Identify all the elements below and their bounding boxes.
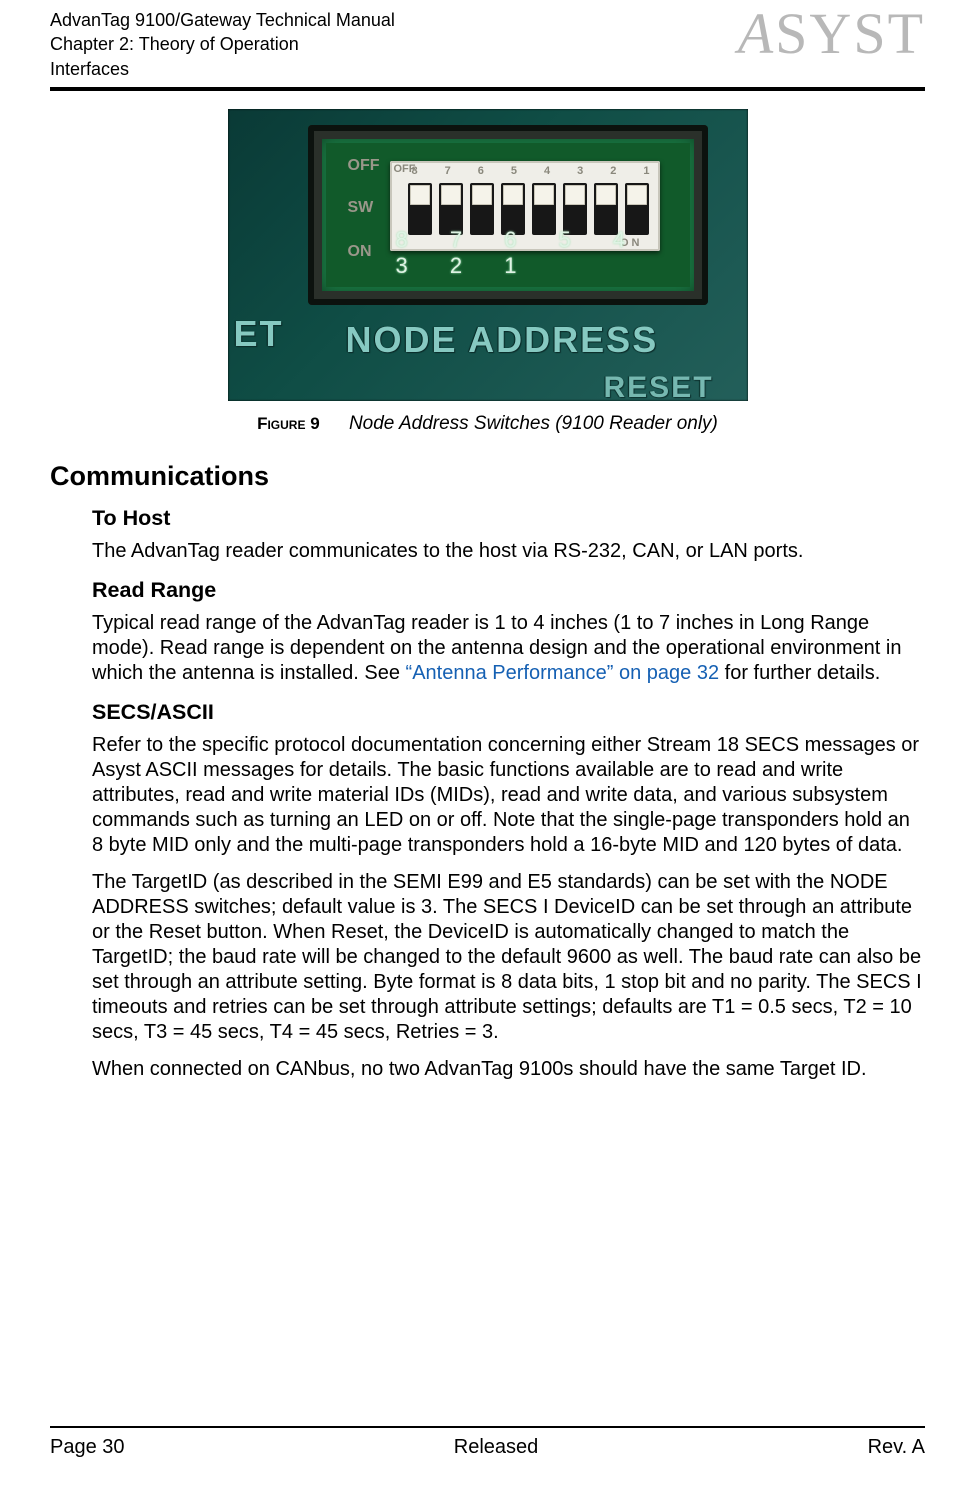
dip-num: 5 <box>511 165 517 177</box>
section-path: Interfaces <box>50 57 395 81</box>
label-off: OFF <box>348 157 380 175</box>
paragraph: When connected on CANbus, no two AdvanTa… <box>92 1057 925 1082</box>
dip-num: 8 <box>412 165 418 177</box>
figure-caption-text: Node Address Switches (9100 Reader only) <box>349 413 718 434</box>
subsection-read-range: Read Range <box>92 578 925 603</box>
figure-image: ET NODE ADDRESS RESET OFF SW ON OFF O N … <box>228 109 748 401</box>
doc-title: AdvanTag 9100/Gateway Technical Manual <box>50 8 395 32</box>
panel-text-reset: RESET <box>604 371 714 401</box>
dip-num: 6 <box>478 165 484 177</box>
dip-num: 2 <box>610 165 616 177</box>
figure-number: Figure 9 <box>257 414 320 433</box>
pcb-numbers: 8 7 6 5 4 3 2 1 <box>396 227 690 279</box>
paragraph: Typical read range of the AdvanTag reade… <box>92 611 925 686</box>
dip-switch-window: OFF SW ON OFF O N 1 2 3 4 5 <box>308 125 708 305</box>
panel-text-et: ET <box>234 313 284 355</box>
page-number: Page 30 <box>50 1436 125 1459</box>
dip-num: 3 <box>577 165 583 177</box>
cross-reference-link[interactable]: “Antenna Performance” on page 32 <box>406 662 720 684</box>
dip-num: 1 <box>643 165 649 177</box>
figure-caption: Figure 9 Node Address Switches (9100 Rea… <box>257 413 718 435</box>
label-on: ON <box>348 243 372 261</box>
text: for further details. <box>719 662 880 684</box>
brand-logo: ASYST <box>738 0 925 67</box>
label-sw: SW <box>348 199 374 217</box>
revision: Rev. A <box>868 1436 925 1459</box>
paragraph: Refer to the specific protocol documenta… <box>92 733 925 858</box>
dip-num: 7 <box>445 165 451 177</box>
dip-num: 4 <box>544 165 550 177</box>
panel-text-node: NODE ADDRESS <box>346 319 659 361</box>
subsection-secs-ascii: SECS/ASCII <box>92 700 925 725</box>
dip-number-row: 1 2 3 4 5 6 7 8 <box>412 165 650 177</box>
footer-rule <box>50 1426 925 1428</box>
chapter-title: Chapter 2: Theory of Operation <box>50 32 395 56</box>
section-heading: Communications <box>50 461 925 492</box>
paragraph: The AdvanTag reader communicates to the … <box>92 539 925 564</box>
release-status: Released <box>454 1436 539 1459</box>
paragraph: The TargetID (as described in the SEMI E… <box>92 870 925 1045</box>
subsection-to-host: To Host <box>92 506 925 531</box>
